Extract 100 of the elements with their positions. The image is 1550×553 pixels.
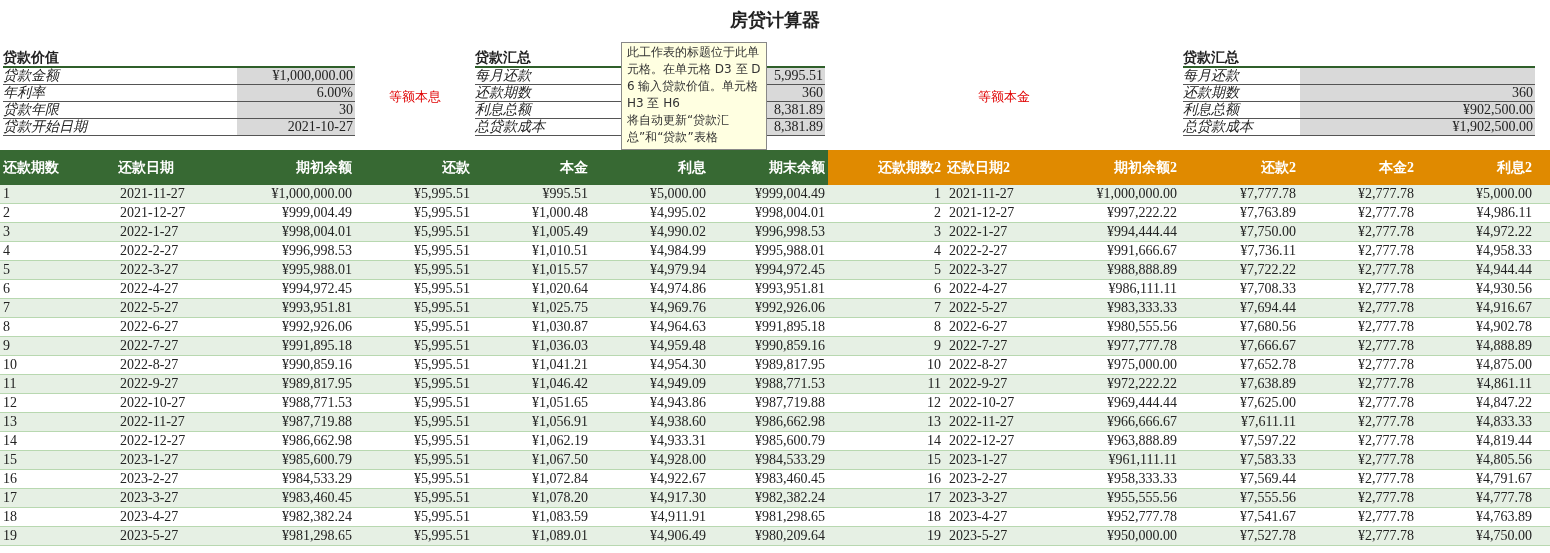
table-cell: ¥1,000,000.00 bbox=[271, 186, 352, 201]
table-cell: 2022-2-27 bbox=[120, 243, 179, 258]
section-heading: 贷款汇总 bbox=[1183, 51, 1239, 65]
table-cell: ¥4,928.00 bbox=[650, 452, 706, 467]
table-cell: ¥983,333.33 bbox=[1107, 300, 1177, 315]
table-cell: ¥7,625.00 bbox=[1240, 395, 1296, 410]
table-cell: 16 bbox=[3, 471, 17, 486]
table-cell: ¥984,533.29 bbox=[282, 471, 352, 486]
table-cell: ¥990,859.16 bbox=[282, 357, 352, 372]
table-cell: 2022-8-27 bbox=[949, 357, 1008, 372]
table-cell: ¥986,662.98 bbox=[282, 433, 352, 448]
table-cell: 2023-5-27 bbox=[120, 528, 179, 543]
cell-comment-tooltip: 此工作表的标题位于此单元格。在单元格 D3 至 D6 输入贷款价值。单元格 H3 至 H6 将自动更新“贷款汇总”和“贷款”表格 bbox=[621, 42, 767, 150]
table-cell: 2022-7-27 bbox=[120, 338, 179, 353]
table-cell: 2023-5-27 bbox=[949, 528, 1008, 543]
table-cell: ¥7,652.78 bbox=[1240, 357, 1296, 372]
table-cell: ¥983,460.45 bbox=[755, 471, 825, 486]
table-cell: 1 bbox=[3, 186, 10, 201]
table-cell: ¥5,995.51 bbox=[414, 452, 470, 467]
table-cell: ¥4,972.22 bbox=[1476, 224, 1532, 239]
table-cell: ¥958,333.33 bbox=[1107, 471, 1177, 486]
table-cell: ¥1,000.48 bbox=[532, 205, 588, 220]
table-cell: ¥4,777.78 bbox=[1476, 490, 1532, 505]
table-cell: ¥1,036.03 bbox=[532, 338, 588, 353]
table-cell: 2023-3-27 bbox=[949, 490, 1008, 505]
table-cell: ¥4,847.22 bbox=[1476, 395, 1532, 410]
table-cell: 4 bbox=[934, 243, 941, 258]
table-cell: ¥4,979.94 bbox=[650, 262, 706, 277]
table-cell: ¥989,817.95 bbox=[282, 376, 352, 391]
table-cell: ¥986,111.11 bbox=[1108, 281, 1177, 296]
table-cell: 7 bbox=[934, 300, 941, 315]
table-cell: 2022-5-27 bbox=[120, 300, 179, 315]
table-cell: ¥982,382.24 bbox=[755, 490, 825, 505]
table-cell: ¥963,888.89 bbox=[1107, 433, 1177, 448]
table-cell: 17 bbox=[3, 490, 17, 505]
table-cell: ¥5,995.51 bbox=[414, 224, 470, 239]
table-cell: ¥980,555.56 bbox=[1107, 319, 1177, 334]
table-cell: ¥5,995.51 bbox=[414, 357, 470, 372]
table-cell: ¥4,791.67 bbox=[1476, 471, 1532, 486]
table-cell: ¥5,995.51 bbox=[414, 414, 470, 429]
table-cell: 2022-6-27 bbox=[949, 319, 1008, 334]
table-cell: 2022-6-27 bbox=[120, 319, 179, 334]
table-cell: ¥2,777.78 bbox=[1358, 300, 1414, 315]
table-cell: ¥4,954.30 bbox=[650, 357, 706, 372]
table-cell: ¥972,222.22 bbox=[1107, 376, 1177, 391]
table-cell: ¥5,000.00 bbox=[1476, 186, 1532, 201]
table-cell: 2023-2-27 bbox=[949, 471, 1008, 486]
table-cell: 2022-11-27 bbox=[949, 414, 1014, 429]
table-cell: ¥955,555.56 bbox=[1107, 490, 1177, 505]
table-cell: ¥5,995.51 bbox=[414, 319, 470, 334]
table-cell: ¥4,763.89 bbox=[1476, 509, 1532, 524]
table-cell: ¥7,694.44 bbox=[1240, 300, 1296, 315]
table-cell: 19 bbox=[927, 528, 941, 543]
table-cell: ¥5,995.51 bbox=[414, 262, 470, 277]
table-cell: ¥4,906.49 bbox=[650, 528, 706, 543]
table-cell: ¥7,666.67 bbox=[1240, 338, 1296, 353]
table-cell: ¥7,750.00 bbox=[1240, 224, 1296, 239]
table-cell: ¥5,995.51 bbox=[414, 433, 470, 448]
table-cell: ¥1,025.75 bbox=[532, 300, 588, 315]
table-cell: ¥2,777.78 bbox=[1358, 528, 1414, 543]
table-cell: ¥7,680.56 bbox=[1240, 319, 1296, 334]
table-cell: ¥4,930.56 bbox=[1476, 281, 1532, 296]
table-cell: 14 bbox=[3, 433, 17, 448]
table-cell: ¥4,922.67 bbox=[650, 471, 706, 486]
table-cell: ¥996,998.53 bbox=[755, 224, 825, 239]
table-cell: 5 bbox=[3, 262, 10, 277]
table-cell: ¥952,777.78 bbox=[1107, 509, 1177, 524]
table-cell: 17 bbox=[927, 490, 941, 505]
table-cell: ¥1,005.49 bbox=[532, 224, 588, 239]
table-cell: ¥999,004.49 bbox=[282, 205, 352, 220]
table-cell: ¥4,819.44 bbox=[1476, 433, 1532, 448]
table-cell: ¥5,995.51 bbox=[414, 205, 470, 220]
table-cell: ¥4,964.63 bbox=[650, 319, 706, 334]
table-cell: 10 bbox=[3, 357, 17, 372]
table-cell: ¥1,078.20 bbox=[532, 490, 588, 505]
table-cell: ¥1,015.57 bbox=[532, 262, 588, 277]
table-cell: ¥2,777.78 bbox=[1358, 414, 1414, 429]
table-cell: 2022-11-27 bbox=[120, 414, 185, 429]
table-cell: 19 bbox=[3, 528, 17, 543]
table-cell: ¥994,444.44 bbox=[1107, 224, 1177, 239]
table-cell: ¥4,974.86 bbox=[650, 281, 706, 296]
table-cell: ¥7,708.33 bbox=[1240, 281, 1296, 296]
table-cell: ¥4,984.99 bbox=[650, 243, 706, 258]
table-cell: 14 bbox=[927, 433, 941, 448]
table-cell: 7 bbox=[3, 300, 10, 315]
table-cell: ¥2,777.78 bbox=[1358, 319, 1414, 334]
table-cell: ¥1,041.21 bbox=[532, 357, 588, 372]
table-cell: ¥2,777.78 bbox=[1358, 471, 1414, 486]
table-cell: ¥2,777.78 bbox=[1358, 186, 1414, 201]
table-cell: 2022-3-27 bbox=[120, 262, 179, 277]
table-cell: ¥5,995.51 bbox=[414, 300, 470, 315]
table-cell: ¥983,460.45 bbox=[282, 490, 352, 505]
table-cell: ¥2,777.78 bbox=[1358, 205, 1414, 220]
table-cell: ¥5,995.51 bbox=[414, 281, 470, 296]
table-cell: ¥980,209.64 bbox=[755, 528, 825, 543]
table-cell: 2023-3-27 bbox=[120, 490, 179, 505]
table-cell: ¥4,861.11 bbox=[1476, 376, 1532, 391]
table-cell: ¥5,995.51 bbox=[414, 186, 470, 201]
table-cell: 2021-11-27 bbox=[949, 186, 1014, 201]
section-heading: 贷款汇总 bbox=[475, 51, 531, 65]
